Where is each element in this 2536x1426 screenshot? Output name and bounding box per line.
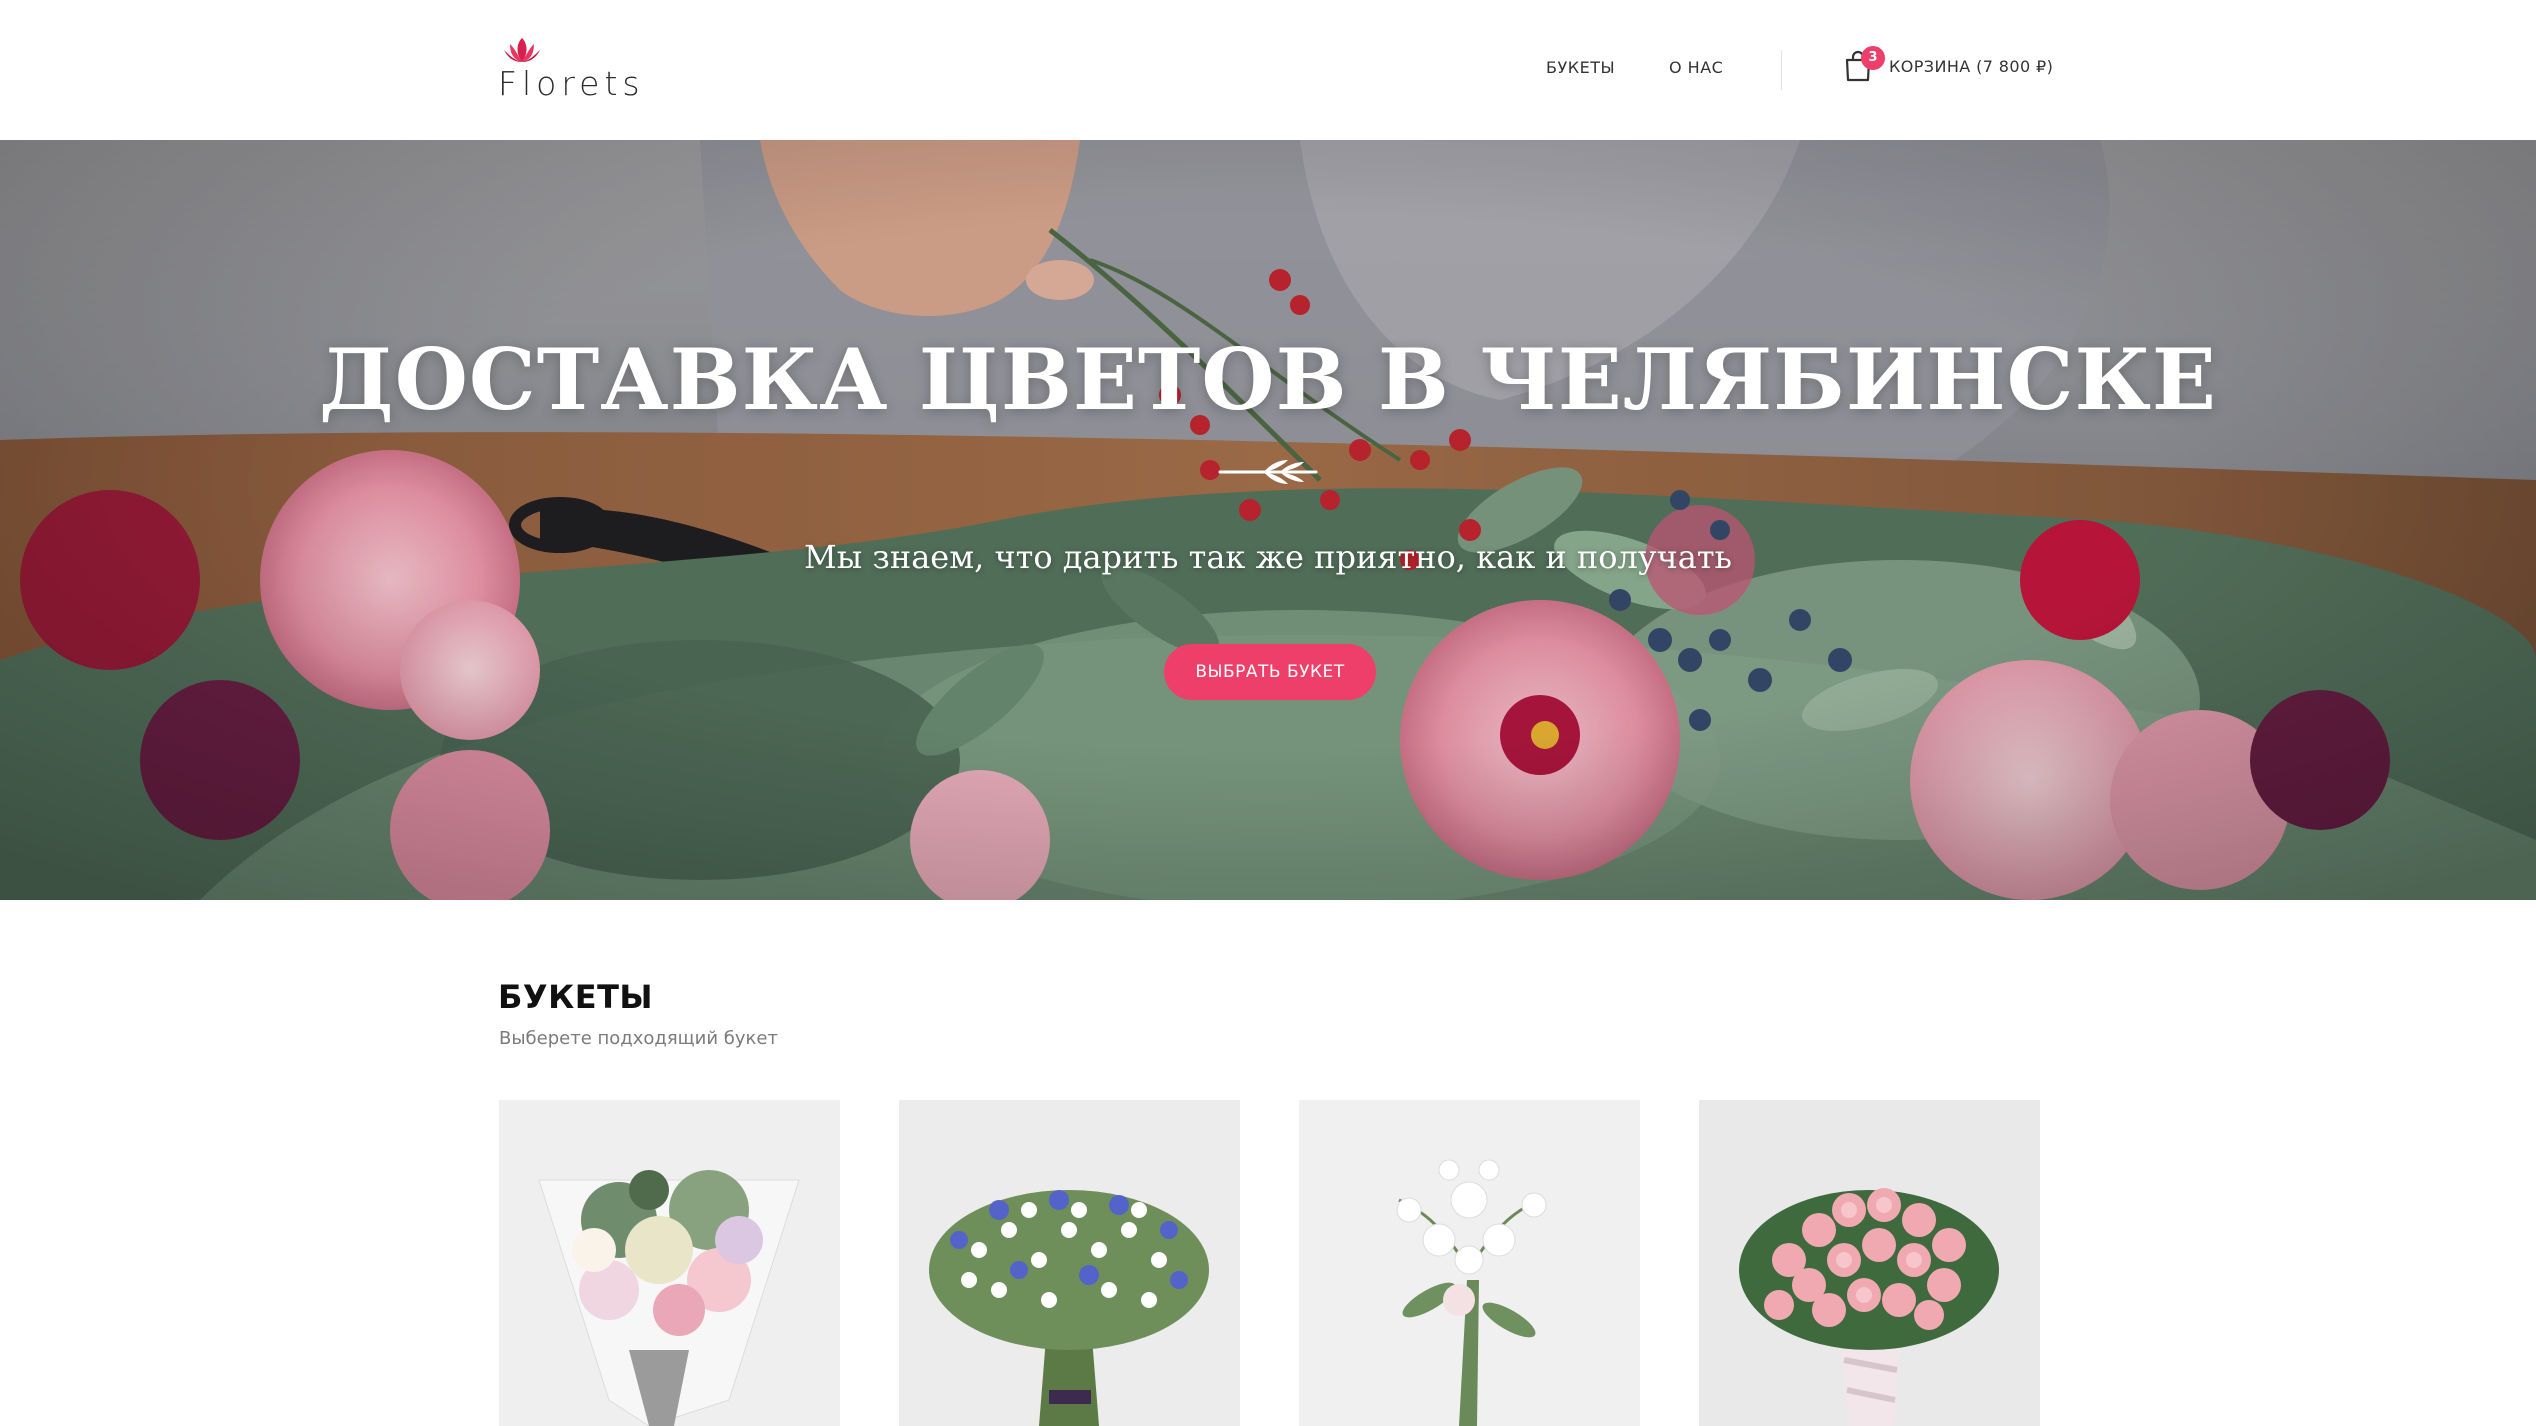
hero-background-image xyxy=(0,140,2536,900)
nav-divider xyxy=(1781,50,1782,90)
cart-label: КОРЗИНА (7 800 ₽) xyxy=(1889,56,2054,76)
logo-text: Florets xyxy=(498,64,645,103)
choose-bouquet-button[interactable]: ВЫБРАТЬ БУКЕТ xyxy=(1164,644,1376,700)
section-title: БУКЕТЫ xyxy=(498,978,654,1016)
hero-banner: ДОСТАВКА ЦВЕТОВ В ЧЕЛЯБИНСКЕ Мы знаем, ч… xyxy=(0,140,2536,900)
nav-item-bouquets[interactable]: БУКЕТЫ xyxy=(1546,58,1615,77)
bouquet-card[interactable] xyxy=(1299,1100,1640,1426)
bouquet-card[interactable] xyxy=(899,1100,1240,1426)
bouquet-card[interactable] xyxy=(1699,1100,2040,1426)
bouquet-image-mixed xyxy=(499,1100,840,1426)
site-logo[interactable]: Florets xyxy=(498,32,640,107)
hero-subtitle: Мы знаем, что дарить так же приятно, как… xyxy=(804,538,1732,576)
nav-item-about[interactable]: О НАС xyxy=(1669,58,1723,77)
cart-count-badge: 3 xyxy=(1861,46,1885,70)
hero-title: ДОСТАВКА ЦВЕТОВ В ЧЕЛЯБИНСКЕ xyxy=(319,330,2217,429)
bouquet-image-white xyxy=(1299,1100,1640,1426)
shopping-bag-icon: 3 xyxy=(1843,46,1885,83)
lotus-icon xyxy=(504,38,540,62)
leaf-branch-icon xyxy=(1218,460,1318,484)
bouquet-card[interactable] xyxy=(499,1100,840,1426)
section-subtitle: Выберете подходящий букет xyxy=(499,1028,778,1049)
bouquet-image-roses xyxy=(1699,1100,2040,1426)
site-header: Florets БУКЕТЫ О НАС 3 КОРЗИНА (7 800 ₽) xyxy=(0,0,2536,140)
bouquet-image-chamomile xyxy=(899,1100,1240,1426)
cart-link[interactable]: 3 КОРЗИНА (7 800 ₽) xyxy=(1843,46,2053,86)
